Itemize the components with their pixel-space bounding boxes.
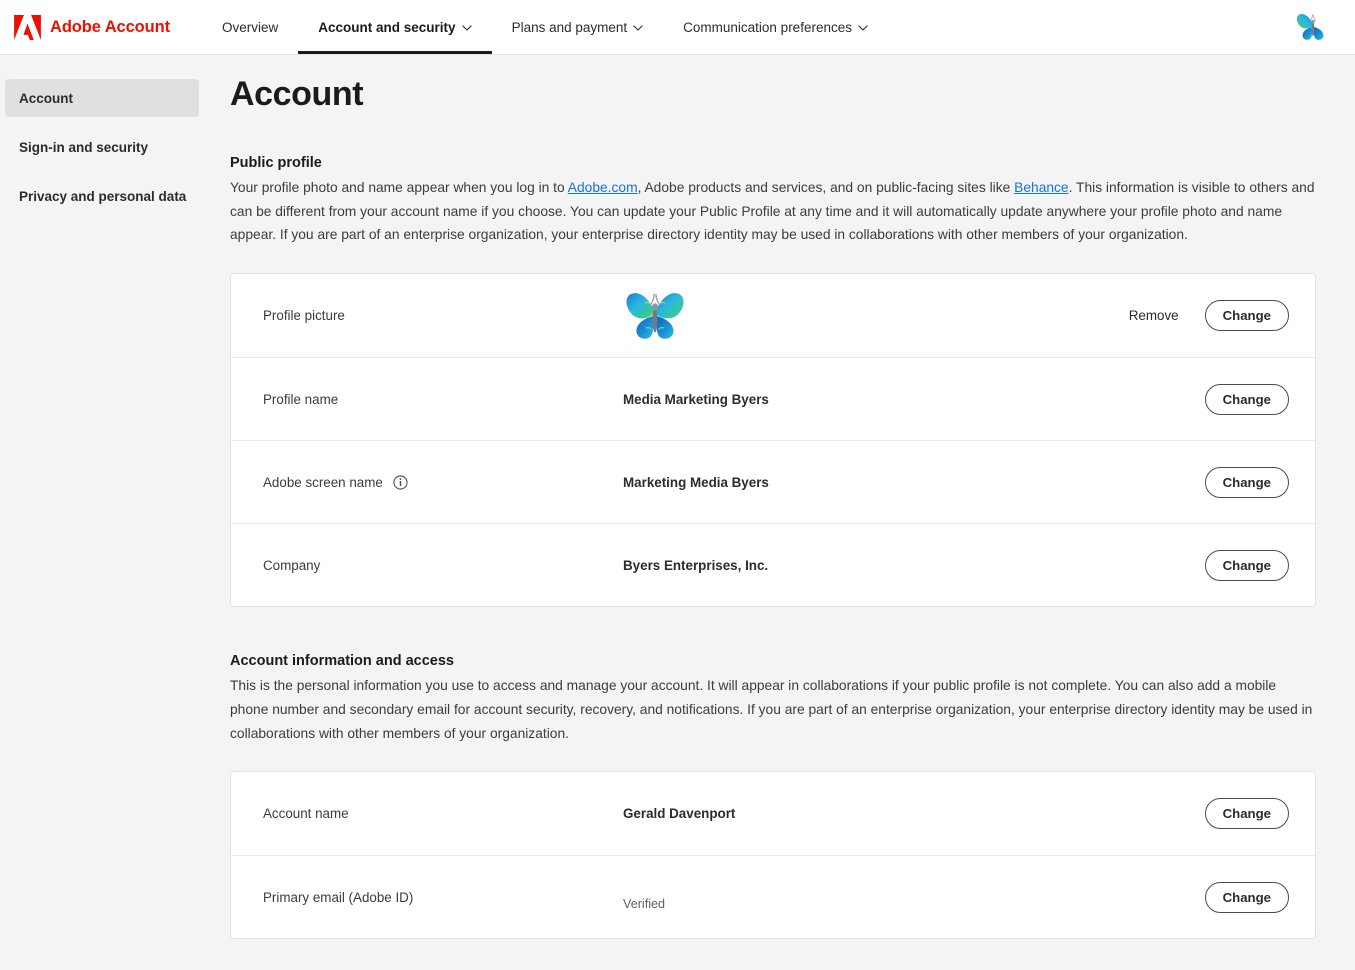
behance-link[interactable]: Behance [1014, 180, 1068, 195]
chevron-down-icon [858, 23, 868, 31]
row-actions: Change [1204, 798, 1289, 830]
adobe-logo-icon [14, 14, 41, 40]
sidebar-item-label: Privacy and personal data [19, 188, 187, 204]
table-row-profile-picture: Profile picture Remove Change [231, 274, 1315, 357]
row-value: Media Marketing Byers [623, 391, 769, 407]
nav-item-label: Communication preferences [683, 19, 852, 35]
sidebar-item-sign-in-and-security[interactable]: Sign-in and security [5, 128, 199, 166]
chevron-down-icon [633, 23, 643, 31]
row-actions: Change [1204, 881, 1289, 913]
change-profile-name-button[interactable]: Change [1204, 383, 1289, 415]
change-company-button[interactable]: Change [1204, 549, 1289, 581]
main-content: Account Public profile Your profile phot… [204, 55, 1355, 970]
sidebar-item-account[interactable]: Account [5, 79, 199, 117]
chevron-down-icon [461, 23, 472, 31]
nav-item-label: Plans and payment [511, 19, 628, 35]
brand-text: Adobe Account [50, 17, 171, 36]
sidebar-item-label: Sign-in and security [19, 139, 149, 155]
row-actions: Change [1204, 549, 1289, 581]
row-value: Verified [623, 883, 1205, 911]
sidebar-item-label: Account [19, 90, 73, 106]
row-label-text: Account name [263, 806, 349, 822]
row-label-text: Profile picture [263, 308, 345, 324]
section-heading: Account information and access [230, 653, 454, 670]
table-row-primary-email: Primary email (Adobe ID) Verified Change [231, 855, 1315, 938]
row-label: Profile picture [263, 308, 623, 323]
butterfly-avatar-icon [623, 286, 687, 346]
row-label-text: Company [263, 557, 321, 573]
main-nav: Overview Account and security Plans and … [202, 0, 888, 54]
info-circle-icon[interactable] [393, 475, 408, 490]
public-profile-card: Profile picture Remove Change Profile na… [230, 273, 1316, 608]
row-label-text: Profile name [263, 391, 339, 407]
section-description: Your profile photo and name appear when … [230, 176, 1316, 247]
section-heading: Public profile [230, 155, 322, 171]
nav-item-communication-preferences[interactable]: Communication preferences [663, 0, 888, 54]
section-public-profile: Public profile Your profile photo and na… [230, 155, 1316, 608]
brand-home-link[interactable]: Adobe Account [0, 0, 180, 54]
row-value: Marketing Media Byers [623, 474, 769, 490]
sidebar: Account Sign-in and security Privacy and… [0, 55, 204, 970]
change-profile-picture-button[interactable]: Change [1204, 300, 1289, 332]
nav-item-plans-and-payment[interactable]: Plans and payment [492, 0, 664, 54]
page-shell: Account Sign-in and security Privacy and… [0, 55, 1355, 970]
row-actions: Change [1204, 383, 1289, 415]
top-navigation-bar: Adobe Account Overview Account and secur… [0, 0, 1355, 55]
nav-item-label: Account and security [318, 19, 456, 35]
row-label: Company [263, 558, 623, 573]
table-row-adobe-screen-name: Adobe screen name Marketing Media Byers … [231, 440, 1315, 523]
table-row-profile-name: Profile name Media Marketing Byers Chang… [231, 357, 1315, 440]
avatar-menu-button[interactable] [1295, 0, 1355, 54]
change-account-name-button[interactable]: Change [1204, 798, 1289, 830]
nav-item-overview[interactable]: Overview [202, 0, 298, 54]
nav-item-label: Overview [222, 19, 279, 35]
row-label: Adobe screen name [263, 475, 623, 490]
change-adobe-screen-name-button[interactable]: Change [1204, 466, 1289, 498]
row-label: Primary email (Adobe ID) [263, 890, 623, 905]
page-title: Account [230, 75, 364, 113]
nav-item-account-and-security[interactable]: Account and security [298, 0, 492, 54]
desc-text-part-2: , Adobe products and services, and on pu… [637, 180, 1015, 195]
row-label-text: Primary email (Adobe ID) [263, 889, 414, 905]
row-value: Byers Enterprises, Inc. [623, 557, 769, 573]
table-row-account-name: Account name Gerald Davenport Change [231, 772, 1315, 855]
row-label: Account name [263, 806, 623, 821]
row-label: Profile name [263, 392, 623, 407]
row-actions: Remove Change [1129, 300, 1289, 332]
adobe-com-link[interactable]: Adobe.com [568, 180, 638, 195]
table-row-company: Company Byers Enterprises, Inc. Change [231, 523, 1315, 606]
change-primary-email-button[interactable]: Change [1204, 881, 1289, 913]
row-value [623, 286, 1129, 346]
butterfly-avatar-icon [1295, 10, 1331, 44]
account-information-card: Account name Gerald Davenport Change Pri… [230, 771, 1316, 940]
row-actions: Change [1204, 466, 1289, 498]
row-label-text: Adobe screen name [263, 474, 383, 490]
sidebar-item-privacy-and-personal-data[interactable]: Privacy and personal data [5, 177, 199, 215]
desc-text-part-1: Your profile photo and name appear when … [230, 180, 568, 195]
status-badge: Verified [623, 897, 666, 912]
remove-profile-picture-button[interactable]: Remove [1129, 308, 1179, 323]
row-value: Gerald Davenport [623, 806, 736, 822]
section-account-information-and-access: Account information and access This is t… [230, 653, 1316, 940]
section-description: This is the personal information you use… [230, 678, 1313, 741]
